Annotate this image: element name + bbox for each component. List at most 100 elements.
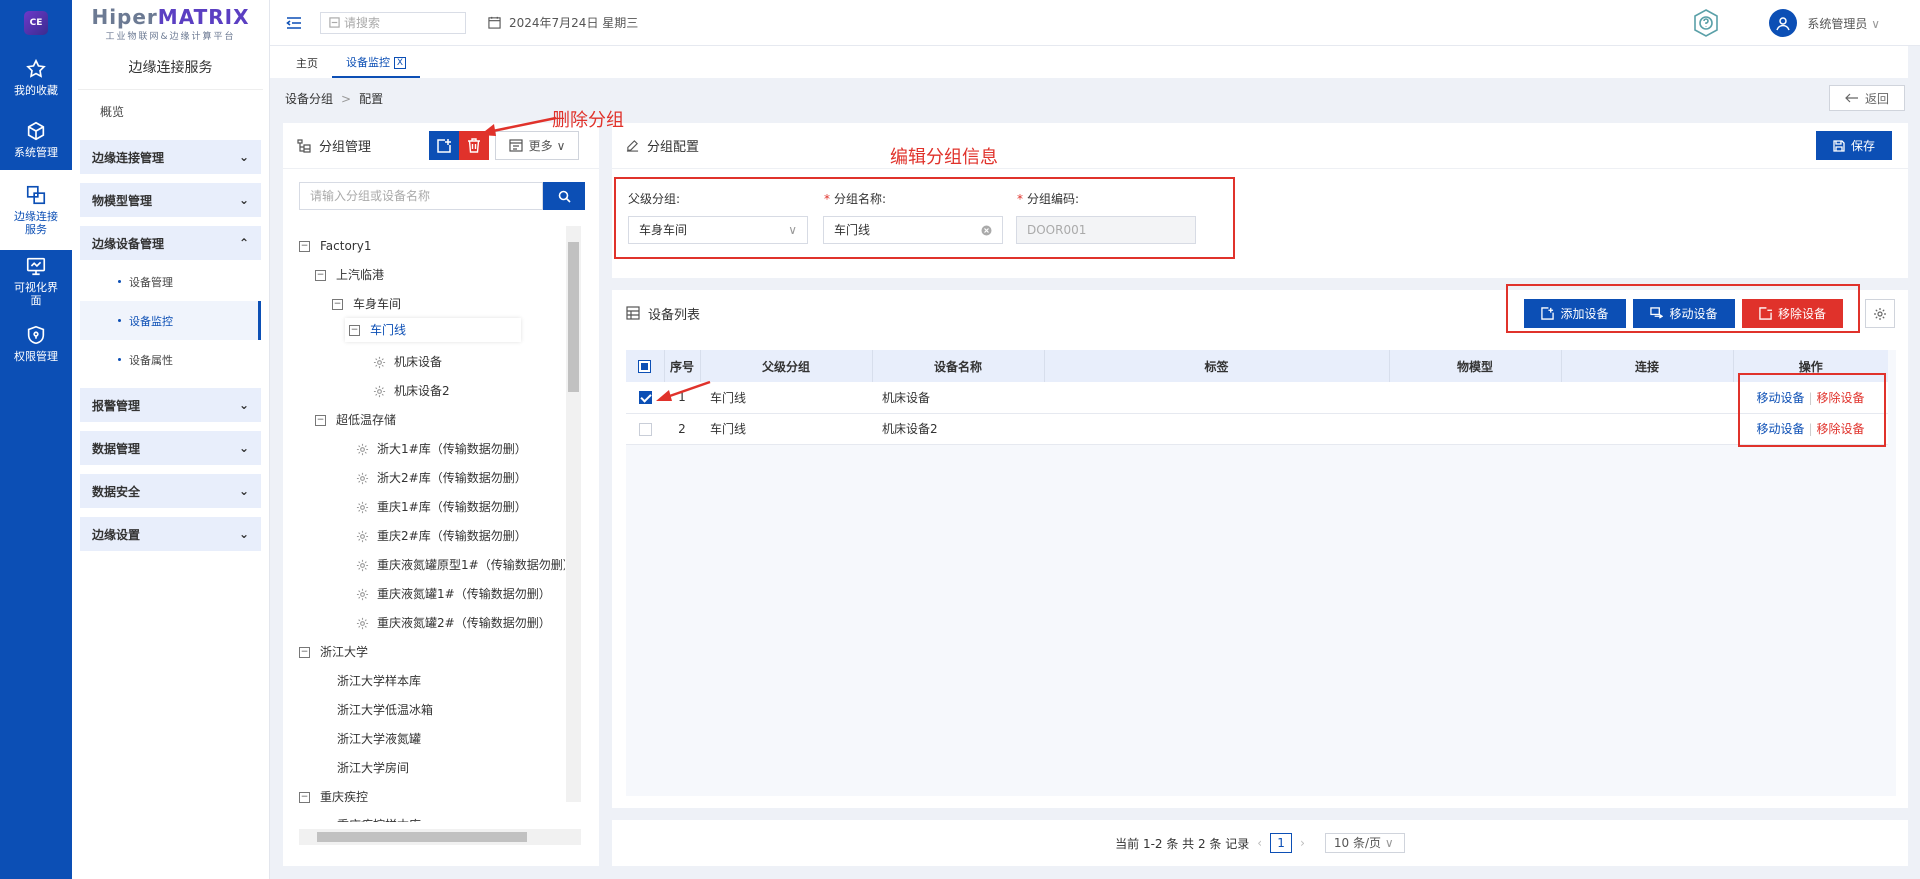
back-button[interactable]: 返回 [1829, 85, 1905, 111]
prev-page-button[interactable]: ‹ [1257, 836, 1262, 850]
sidebar-group-security[interactable]: 数据安全 ⌄ [80, 474, 261, 508]
rail-item-edge-service[interactable]: 边缘连接 服务 [0, 170, 72, 250]
tree-node-group[interactable]: 浙江大学液氮罐 [337, 727, 421, 751]
table-icon [626, 306, 640, 320]
table-row[interactable]: 2 车门线 机床设备2 移动设备 | 移除设备 [626, 413, 1888, 445]
tree-node-factory1[interactable]: − Factory1 [299, 234, 371, 258]
collapse-icon: − [349, 324, 360, 336]
tree-node-device[interactable]: 机床设备 [373, 350, 442, 374]
close-icon[interactable]: X [394, 57, 406, 69]
search-icon [329, 17, 340, 28]
tree-node-ultra-low[interactable]: − 超低温存储 [315, 408, 396, 432]
sidebar-group-thing-model[interactable]: 物模型管理 ⌄ [80, 183, 261, 217]
select-all-checkbox-cell[interactable] [626, 350, 665, 382]
sidebar-item-device-management[interactable]: 设备管理 [80, 262, 261, 301]
col-header-thing-model: 物模型 [1389, 350, 1562, 382]
tree-node-zju[interactable]: − 浙江大学 [299, 640, 368, 664]
row-checkbox[interactable] [638, 391, 652, 405]
breadcrumb-parent[interactable]: 设备分组 [285, 92, 333, 106]
sidebar-item-overview[interactable]: 概览 [72, 90, 269, 134]
shield-icon [27, 325, 45, 344]
device-panel-title: 设备列表 [648, 307, 701, 323]
tree-node-door-line[interactable]: − 车门线 [345, 318, 521, 342]
tree-node-shanghai[interactable]: − 上汽临港 [315, 263, 384, 287]
annotation-arrow [480, 116, 557, 136]
edit-icon [626, 140, 639, 152]
tree-node-device[interactable]: 重庆液氮罐2#（传输数据勿删） [356, 611, 551, 635]
page-size-select[interactable]: 10 条/页 ∨ [1324, 833, 1405, 853]
tree-node-device[interactable]: 重庆1#库（传输数据勿删） [356, 495, 527, 519]
rail-item-system[interactable]: 系统管理 [0, 108, 72, 170]
scrollbar-thumb[interactable] [317, 832, 527, 842]
chevron-down-icon: ⌄ [238, 398, 249, 412]
collapse-icon: − [299, 240, 310, 252]
avatar[interactable] [1769, 9, 1798, 37]
page-number-button[interactable]: 1 [1270, 833, 1293, 853]
rail-item-label: 系统管理 [14, 145, 58, 159]
breadcrumb: 设备分组 > 配置 [285, 92, 384, 106]
select-all-checkbox[interactable] [638, 360, 652, 373]
tab-device-monitor[interactable]: 设备监控 X [332, 50, 420, 78]
row-parent-group: 车门线 [700, 382, 872, 414]
tree-node-device[interactable]: 重庆液氮罐1#（传输数据勿删） [356, 582, 551, 606]
row-index: 2 [664, 413, 700, 445]
tree-node-group[interactable]: 浙江大学低温冰箱 [337, 698, 433, 722]
sidebar-group-alarm[interactable]: 报警管理 ⌄ [80, 388, 261, 422]
row-checkbox[interactable] [638, 422, 652, 436]
sidebar-item-device-properties[interactable]: 设备属性 [80, 340, 261, 379]
device-gear-icon [356, 588, 369, 600]
tree-node-body-shop[interactable]: − 车身车间 [332, 292, 401, 316]
row-checkbox-cell[interactable] [626, 413, 664, 445]
add-icon [437, 138, 451, 153]
user-name-dropdown[interactable]: 系统管理员 ∨ [1807, 15, 1880, 32]
chevron-down-icon: ⌄ [238, 527, 249, 541]
monitor-icon [26, 257, 46, 276]
tab-home[interactable]: 主页 [282, 50, 332, 78]
group-management-panel: 分组管理 更多 ∨ 请输入分组或设备名称 − Factory1 − 上汽临港 − 车身… [283, 123, 599, 866]
add-group-button[interactable] [429, 131, 459, 160]
global-search-input[interactable]: 请搜索 [320, 11, 466, 34]
tree-vertical-scrollbar[interactable] [566, 226, 581, 802]
sidebar-group-edge-device[interactable]: 边缘设备管理 ⌃ [80, 226, 261, 260]
app-logo[interactable]: CE [0, 0, 72, 46]
tree-node-cq-cdc[interactable]: − 重庆疾控 [299, 785, 368, 809]
rail-item-visual[interactable]: 可视化界 面 [0, 250, 72, 312]
menu-fold-icon[interactable] [286, 16, 302, 30]
link-box-icon [26, 185, 46, 205]
brand: HiperMATRIX 工业物联网&边缘计算平台 [72, 0, 269, 46]
tree-node-device[interactable]: 机床设备2 [373, 379, 450, 403]
tree-node-device[interactable]: 重庆液氮罐原型1#（传输数据勿删） [356, 553, 565, 577]
device-gear-icon [373, 356, 386, 368]
save-button[interactable]: 保存 [1816, 131, 1892, 160]
sidebar-title: 边缘连接服务 [78, 46, 263, 90]
sidebar-group-data[interactable]: 数据管理 ⌄ [80, 431, 261, 465]
group-search-input[interactable]: 请输入分组或设备名称 [299, 182, 543, 210]
rail-item-favorites[interactable]: 我的收藏 [0, 46, 72, 108]
device-list-panel: 设备列表 添加设备 移动设备 移除设备 序号 父级分组 设备名称 标签 物模型 [612, 290, 1908, 808]
rail-item-permissions[interactable]: 权限管理 [0, 312, 72, 374]
tree-node-device[interactable]: 重庆2#库（传输数据勿删） [356, 524, 527, 548]
next-page-button[interactable]: › [1300, 836, 1305, 850]
tree-node-group[interactable]: 浙江大学样本库 [337, 669, 421, 693]
row-thing-model [1389, 382, 1561, 414]
sidebar-group-settings[interactable]: 边缘设置 ⌄ [80, 517, 261, 551]
trash-icon [468, 138, 480, 153]
sidebar-group-edge-connection[interactable]: 边缘连接管理 ⌄ [80, 140, 261, 174]
help-shield-icon[interactable] [1691, 8, 1721, 38]
annotation-arrow [656, 380, 711, 401]
config-panel-title: 分组配置 [647, 140, 700, 155]
group-search-button[interactable] [543, 182, 585, 210]
table-row[interactable]: 1 车门线 机床设备 移动设备 | 移除设备 [626, 382, 1888, 414]
tree-horizontal-scrollbar[interactable] [299, 829, 581, 845]
col-header-index: 序号 [664, 350, 701, 382]
column-settings-button[interactable] [1865, 299, 1895, 328]
annotation-delete-group: 删除分组 [552, 110, 624, 131]
tree-node-device[interactable]: 浙大2#库（传输数据勿删） [356, 466, 527, 490]
tree-node-device[interactable]: 浙大1#库（传输数据勿删） [356, 437, 527, 461]
sidebar-item-device-monitor[interactable]: 设备监控 [80, 301, 261, 340]
group-tree: − Factory1 − 上汽临港 − 车身车间 − 车门线 机床设备 机床设备2 − 超… [299, 226, 565, 822]
tree-node-group[interactable]: 重庆疾控样本库 [337, 813, 421, 822]
scrollbar-thumb[interactable] [568, 242, 579, 392]
tree-node-group[interactable]: 浙江大学房间 [337, 756, 409, 780]
row-connection [1561, 413, 1733, 445]
